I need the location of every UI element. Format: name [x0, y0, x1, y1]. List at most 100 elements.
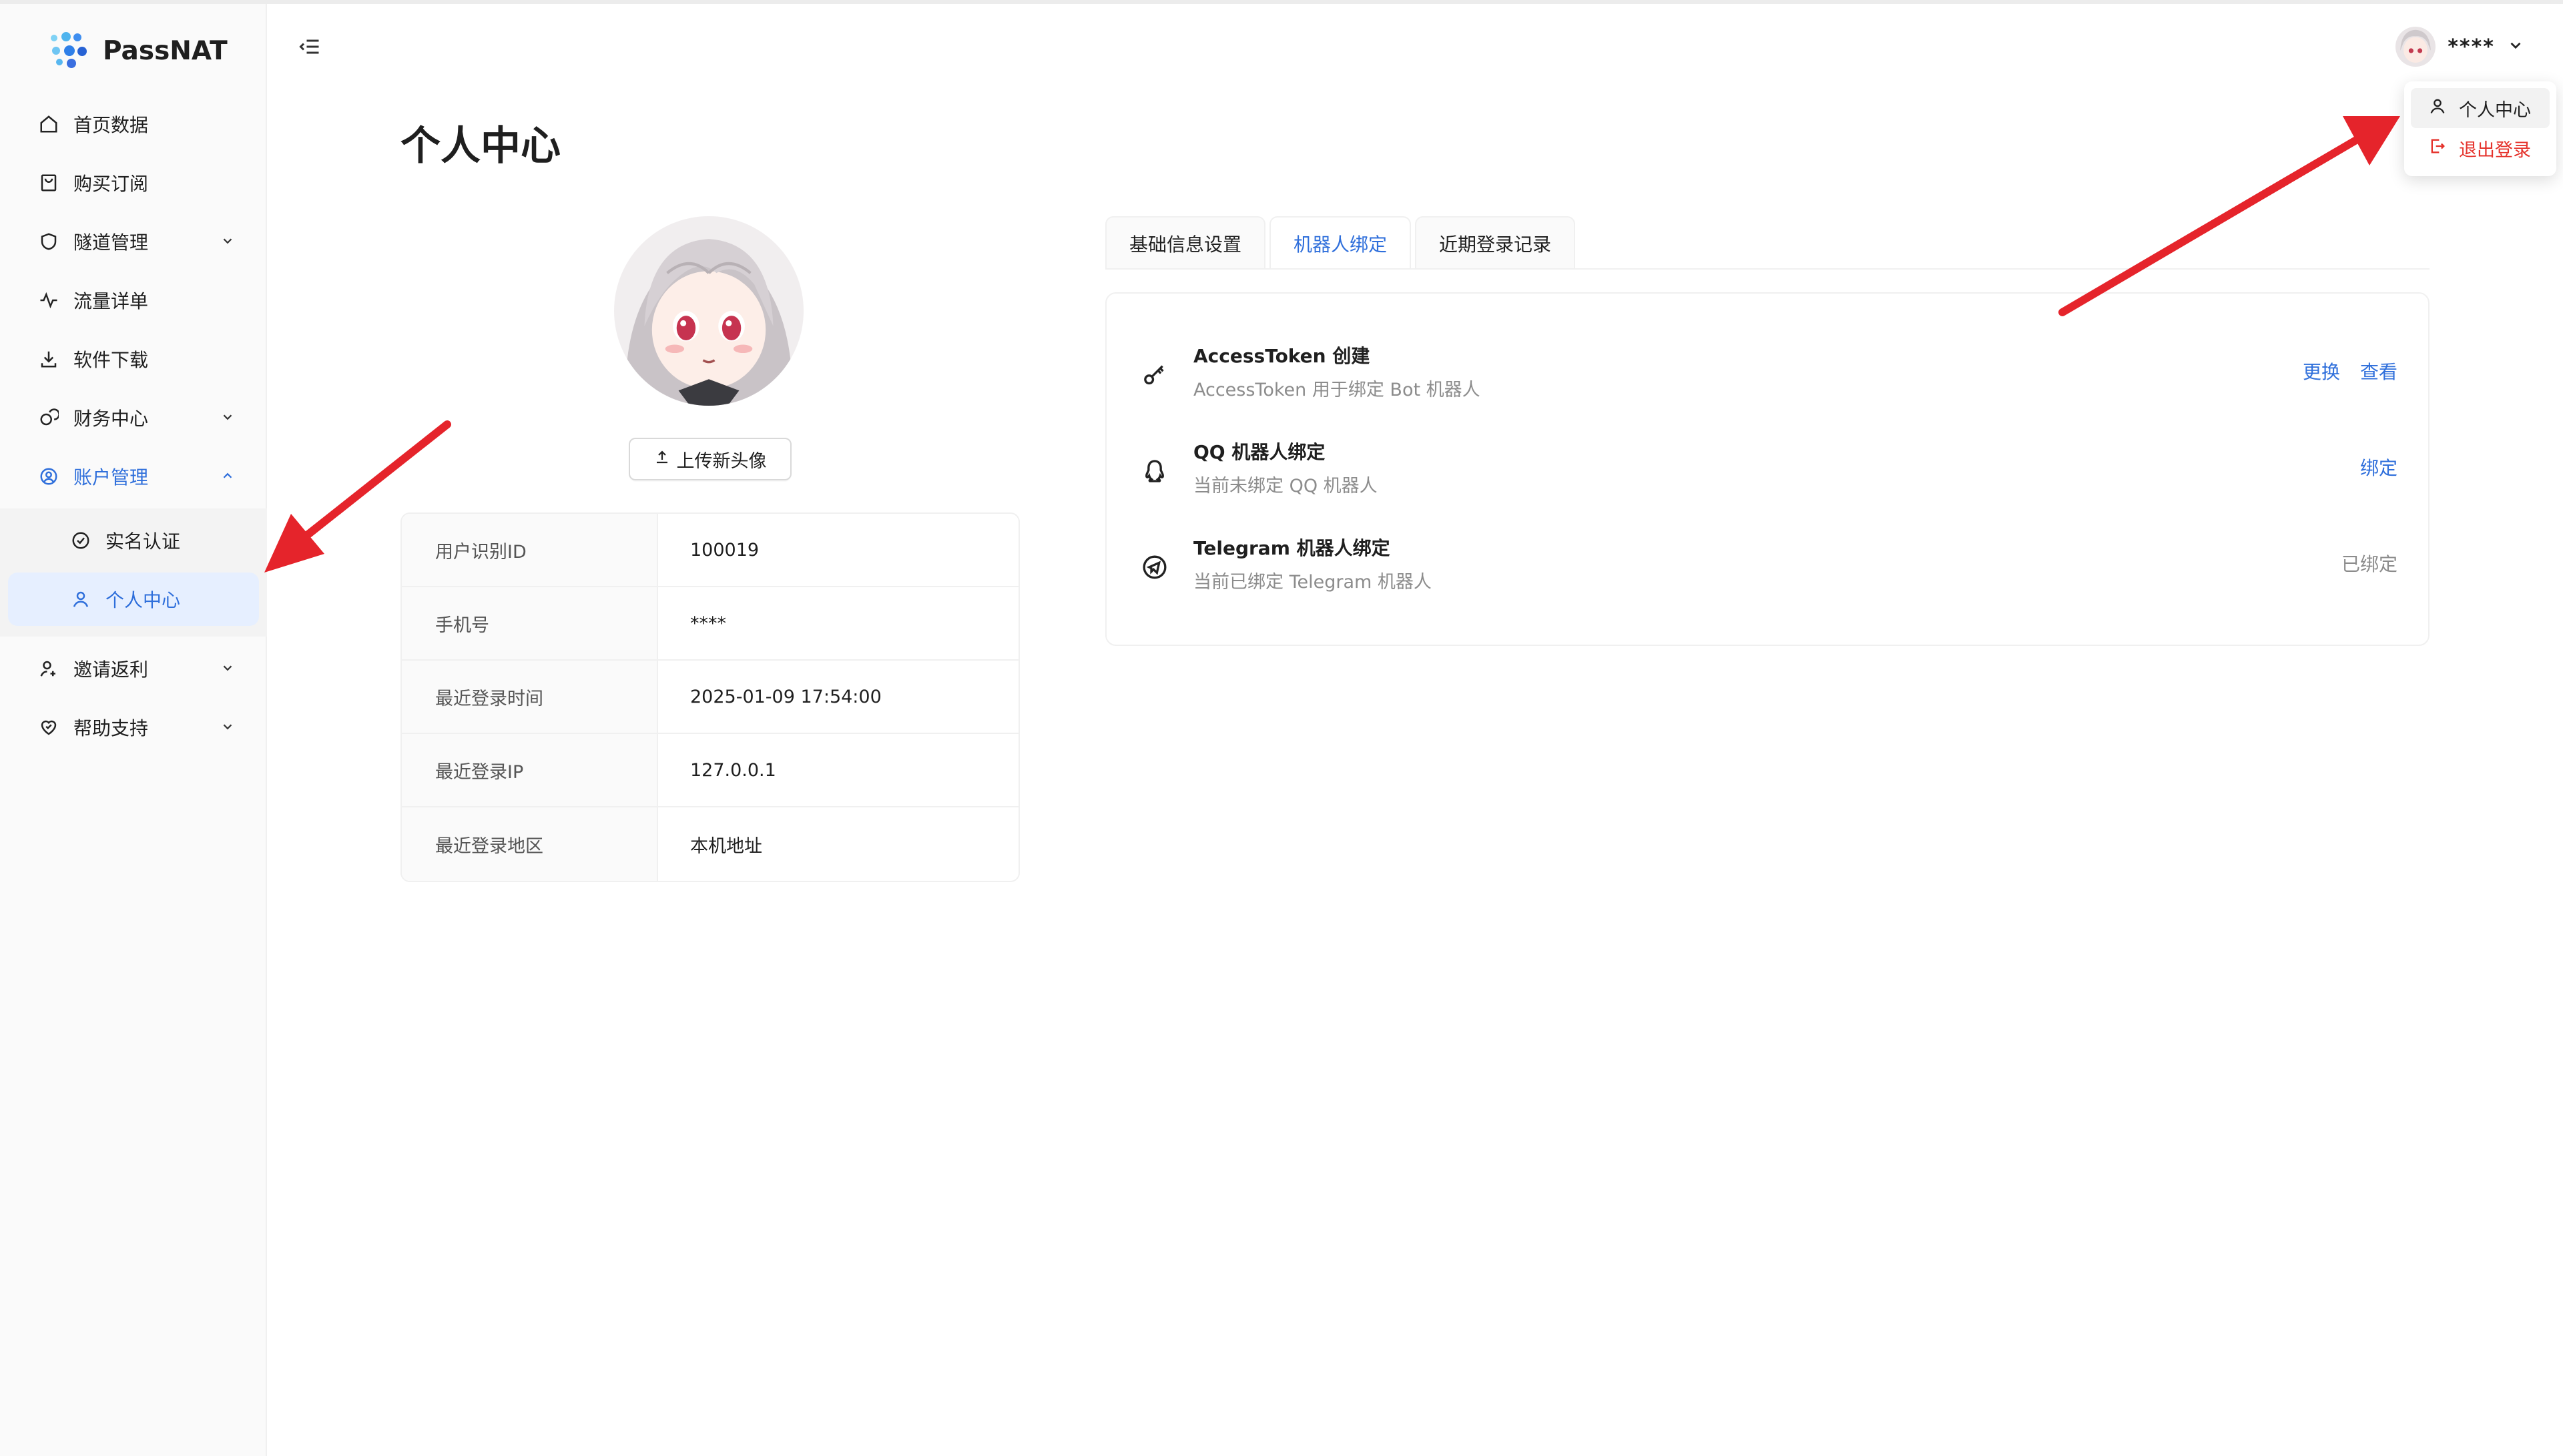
- upload-button-label: 上传新头像: [676, 450, 767, 471]
- replace-token-link[interactable]: 更换: [2303, 358, 2340, 384]
- info-label: 用户识别ID: [402, 514, 658, 586]
- list-item-telegram-bot: Telegram 机器人绑定 当前已绑定 Telegram 机器人 已绑定: [1140, 534, 2397, 601]
- sidebar-item-account[interactable]: 账户管理: [8, 450, 259, 503]
- user-circle-icon: [37, 465, 60, 488]
- sidebar-item-label: 个人中心: [105, 589, 181, 611]
- collapse-sidebar-icon[interactable]: [298, 35, 322, 59]
- sidebar-item-label: 账户管理: [73, 466, 149, 488]
- binding-description: 当前未绑定 QQ 机器人: [1193, 476, 1378, 496]
- account-info-table: 用户识别ID 100019 手机号 **** 最近登录时间 2025-01-09…: [400, 512, 1020, 882]
- sidebar-item-label: 首页数据: [73, 114, 149, 136]
- table-row: 最近登录地区 本机地址: [402, 807, 1019, 881]
- key-icon: [1140, 360, 1169, 390]
- binding-title: AccessToken 创建: [1193, 345, 1370, 367]
- info-value: ****: [690, 613, 726, 634]
- table-row: 手机号 ****: [402, 587, 1019, 661]
- binding-actions: 更换 查看: [2303, 358, 2397, 384]
- sidebar-item-verification[interactable]: 实名认证: [8, 514, 259, 567]
- sidebar-item-finance[interactable]: 财务中心: [8, 391, 259, 444]
- list-item-accesstoken: AccessToken 创建 AccessToken 用于绑定 Bot 机器人 …: [1140, 342, 2397, 408]
- sidebar-item-label: 实名认证: [105, 530, 181, 553]
- sidebar-item-label: 隧道管理: [73, 232, 149, 254]
- info-value: 100019: [690, 539, 760, 561]
- sidebar: PassNAT 首页数据 购买订阅 隧道管理 流量详单 软件下载 财务中心 账户…: [0, 4, 267, 1456]
- binding-description: 当前已绑定 Telegram 机器人: [1193, 572, 1432, 593]
- sidebar-item-label: 帮助支持: [73, 717, 149, 739]
- table-row: 最近登录IP 127.0.0.1: [402, 734, 1019, 807]
- user-menu-trigger[interactable]: ****: [2395, 23, 2524, 71]
- info-label: 最近登录时间: [402, 661, 658, 733]
- page-title: 个人中心: [400, 123, 561, 169]
- download-icon: [37, 348, 60, 370]
- home-icon: [37, 113, 60, 135]
- binding-title: QQ 机器人绑定: [1193, 441, 1326, 463]
- dropdown-item-label: 退出登录: [2459, 139, 2531, 161]
- avatar: [2395, 27, 2436, 67]
- dropdown-item-label: 个人中心: [2459, 99, 2531, 121]
- logout-icon: [2428, 137, 2447, 160]
- chevron-down-icon: [220, 410, 235, 427]
- qq-icon: [1140, 456, 1169, 486]
- sidebar-item-home[interactable]: 首页数据: [8, 97, 259, 151]
- settings-tabs: 基础信息设置 机器人绑定 近期登录记录: [1105, 216, 1576, 270]
- finance-icon: [37, 406, 60, 429]
- chevron-down-icon: [220, 719, 235, 737]
- info-value: 127.0.0.1: [690, 759, 776, 781]
- sidebar-item-help[interactable]: 帮助支持: [8, 701, 259, 754]
- binding-description: AccessToken 用于绑定 Bot 机器人: [1193, 380, 1480, 400]
- upload-avatar-button[interactable]: 上传新头像: [629, 438, 792, 480]
- telegram-icon: [1140, 553, 1169, 582]
- sidebar-item-profile[interactable]: 个人中心: [8, 573, 259, 626]
- dropdown-item-logout[interactable]: 退出登录: [2411, 128, 2550, 168]
- sidebar-item-label: 流量详单: [73, 290, 149, 312]
- sidebar-item-purchase[interactable]: 购买订阅: [8, 156, 259, 210]
- binding-title: Telegram 机器人绑定: [1193, 537, 1390, 559]
- info-label: 最近登录地区: [402, 807, 658, 881]
- top-border: [0, 0, 2563, 4]
- sidebar-item-traffic[interactable]: 流量详单: [8, 274, 259, 327]
- binding-actions: 已绑定: [2341, 550, 2397, 577]
- table-row: 用户识别ID 100019: [402, 514, 1019, 587]
- brand-name: PassNAT: [103, 35, 228, 66]
- view-token-link[interactable]: 查看: [2360, 358, 2397, 384]
- sidebar-item-invite[interactable]: 邀请返利: [8, 642, 259, 695]
- profile-avatar: [614, 216, 804, 406]
- info-value: 本机地址: [690, 835, 762, 857]
- chevron-down-icon: [220, 234, 235, 251]
- brand[interactable]: PassNAT: [48, 27, 228, 75]
- sidebar-item-label: 邀请返利: [73, 659, 149, 681]
- info-label: 最近登录IP: [402, 734, 658, 806]
- bind-qq-link[interactable]: 绑定: [2360, 454, 2397, 480]
- chevron-down-icon: [220, 661, 235, 678]
- dropdown-item-profile[interactable]: 个人中心: [2411, 88, 2550, 128]
- passnat-logo-icon: [48, 29, 91, 72]
- upload-icon: [654, 449, 670, 470]
- arrow-to-dropdown: [2058, 116, 2400, 316]
- activity-icon: [37, 289, 60, 312]
- bot-binding-card: AccessToken 创建 AccessToken 用于绑定 Bot 机器人 …: [1105, 292, 2430, 646]
- tab-login-history[interactable]: 近期登录记录: [1415, 216, 1576, 270]
- heart-handshake-icon: [37, 716, 60, 739]
- chevron-down-icon: [2507, 37, 2524, 57]
- account-submenu: 实名认证 个人中心: [0, 508, 267, 637]
- user-dropdown-menu: 个人中心 退出登录: [2404, 81, 2556, 176]
- info-label: 手机号: [402, 587, 658, 659]
- user-icon: [2428, 97, 2447, 120]
- binding-actions: 绑定: [2360, 454, 2397, 480]
- tab-basic-info[interactable]: 基础信息设置: [1105, 216, 1266, 270]
- sidebar-item-label: 软件下载: [73, 349, 149, 371]
- info-value: 2025-01-09 17:54:00: [690, 686, 882, 707]
- shield-icon: [37, 230, 60, 253]
- chevron-up-icon: [220, 468, 235, 486]
- sidebar-item-download[interactable]: 软件下载: [8, 332, 259, 386]
- shopping-bag-icon: [37, 171, 60, 194]
- tab-bot-binding[interactable]: 机器人绑定: [1269, 216, 1412, 270]
- username: ****: [2448, 35, 2495, 59]
- check-circle-icon: [69, 529, 92, 552]
- user-icon: [69, 588, 92, 611]
- sidebar-item-label: 购买订阅: [73, 173, 149, 195]
- user-add-icon: [37, 657, 60, 680]
- sidebar-item-tunnels[interactable]: 隧道管理: [8, 215, 259, 268]
- list-item-qq-bot: QQ 机器人绑定 当前未绑定 QQ 机器人 绑定: [1140, 438, 2397, 504]
- status-badge: 已绑定: [2341, 553, 2397, 575]
